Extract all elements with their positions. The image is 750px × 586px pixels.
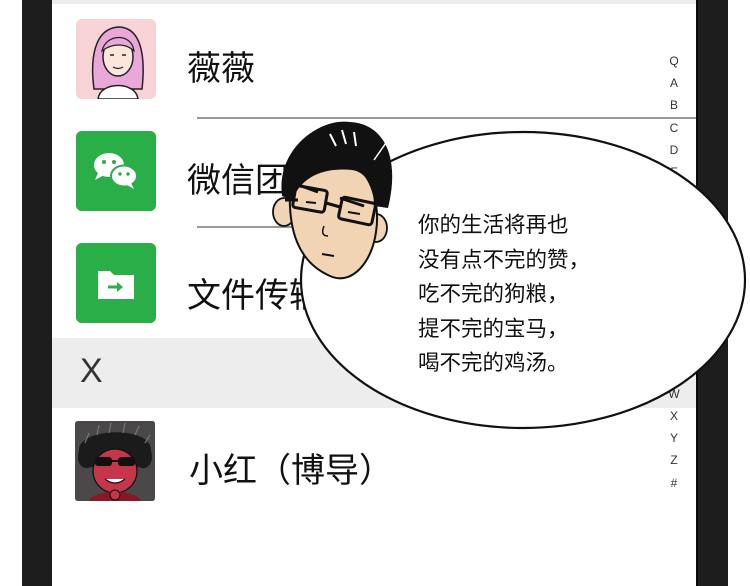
phone-frame-right [696, 0, 728, 586]
phone-frame-left [2, 0, 54, 586]
index-letter[interactable]: B [670, 94, 678, 116]
girl-portrait-icon [76, 19, 156, 99]
contact-name: 文件传输 [187, 276, 323, 316]
avatar [76, 131, 156, 211]
contact-name: 薇薇 [187, 49, 255, 89]
row-divider [197, 226, 696, 228]
contact-row-xiaohong[interactable]: 小红（博导） [52, 410, 696, 520]
row-divider [197, 117, 696, 119]
index-letter[interactable]: C [670, 117, 679, 139]
top-strip [52, 0, 696, 4]
contact-name: 微信团 [187, 161, 289, 201]
contact-name: 小红（博导） [189, 451, 393, 491]
avatar [75, 421, 155, 501]
contacts-screen: 薇薇 微信团 文件传输 X 小红（博导） Q A B C D F G W X Y… [52, 0, 696, 586]
wechat-logo-icon [76, 131, 156, 211]
index-letter[interactable]: # [671, 472, 678, 494]
folder-arrow-icon [76, 243, 156, 323]
index-letter[interactable]: X [670, 405, 678, 427]
contact-row-file-transfer[interactable]: 文件传输 [52, 230, 696, 340]
index-letter[interactable]: D [670, 139, 679, 161]
index-letter[interactable]: W [668, 383, 679, 405]
man-with-fur-hat-portrait-icon [75, 421, 155, 501]
contact-row-wechat-team[interactable]: 微信团 [52, 120, 696, 230]
index-letter[interactable]: A [670, 72, 678, 94]
index-letter[interactable]: F [670, 161, 677, 183]
avatar [76, 243, 156, 323]
avatar [76, 19, 156, 99]
contact-row-weiwei[interactable]: 薇薇 [52, 8, 696, 118]
section-letter: X [80, 352, 103, 390]
index-letter[interactable]: Q [669, 50, 678, 72]
index-letter[interactable]: G [669, 183, 678, 205]
index-letter[interactable]: Y [670, 427, 678, 449]
index-letter[interactable]: Z [670, 449, 677, 471]
alphabet-index-bar[interactable]: Q A B C D F G W X Y Z # [664, 50, 684, 494]
section-header-x: X [52, 338, 696, 408]
